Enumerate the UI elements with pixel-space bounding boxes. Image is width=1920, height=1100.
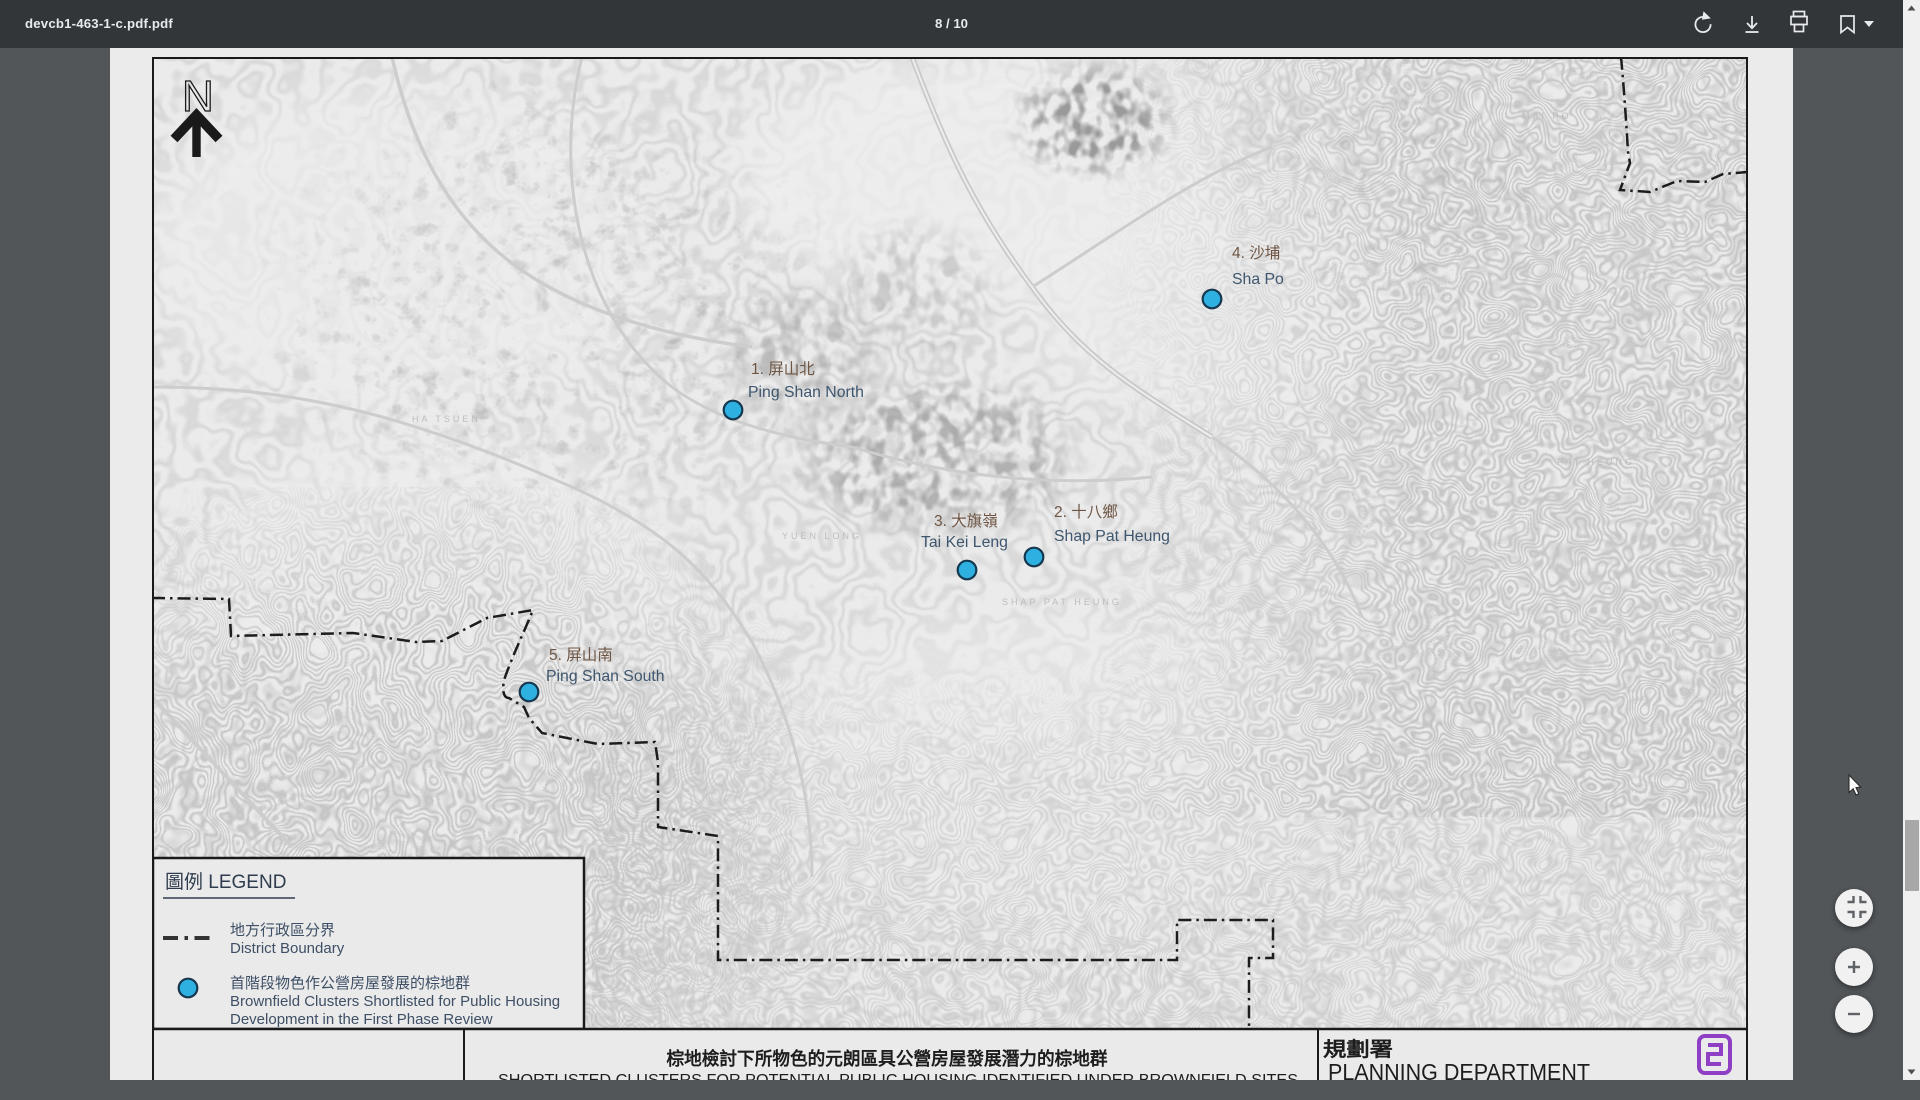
svg-text:Sha Po: Sha Po	[1232, 271, 1284, 288]
svg-text:首階段物色作公營房屋發展的棕地群: 首階段物色作公營房屋發展的棕地群	[230, 975, 470, 992]
svg-text:2. 十八鄉: 2. 十八鄉	[1054, 503, 1118, 521]
svg-text:PAT HEUNG: PAT HEUNG	[1557, 457, 1635, 467]
svg-text:5. 屏山南: 5. 屏山南	[549, 646, 613, 664]
svg-text:YUEN LONG: YUEN LONG	[782, 531, 862, 541]
svg-text:SHAP PAT HEUNG: SHAP PAT HEUNG	[1002, 597, 1122, 607]
svg-text:HA TSUEN: HA TSUEN	[412, 414, 481, 424]
svg-text:MAI PO: MAI PO	[1522, 111, 1572, 121]
svg-text:圖例 LEGEND: 圖例 LEGEND	[165, 871, 286, 893]
svg-text:1. 屏山北: 1. 屏山北	[751, 360, 815, 378]
svg-text:Tai Kei Leng: Tai Kei Leng	[921, 534, 1008, 551]
svg-text:3. 大旗嶺: 3. 大旗嶺	[934, 512, 998, 530]
svg-text:SHORTLISTED CLUSTERS FOR POTEN: SHORTLISTED CLUSTERS FOR POTENTIAL PUBLI…	[498, 1072, 1298, 1080]
svg-text:Brownfield Clusters Shortliste: Brownfield Clusters Shortlisted for Publ…	[230, 993, 560, 1010]
svg-text:Ping Shan South: Ping Shan South	[546, 668, 665, 685]
svg-text:4. 沙埔: 4. 沙埔	[1232, 244, 1280, 262]
svg-text:Development in the First Phase: Development in the First Phase Review	[230, 1011, 493, 1028]
svg-text:Shap Pat Heung: Shap Pat Heung	[1054, 528, 1170, 545]
svg-text:規劃署: 規劃署	[1323, 1038, 1393, 1061]
svg-text:District Boundary: District Boundary	[230, 940, 345, 957]
svg-text:Ping Shan North: Ping Shan North	[748, 384, 864, 401]
svg-text:PLANNING DEPARTMENT: PLANNING DEPARTMENT	[1328, 1059, 1590, 1080]
svg-text:棕地檢討下所物色的元朗區具公營房屋發展潛力的棕地群: 棕地檢討下所物色的元朗區具公營房屋發展潛力的棕地群	[667, 1048, 1108, 1069]
svg-text:地方行政區分界: 地方行政區分界	[230, 922, 335, 939]
